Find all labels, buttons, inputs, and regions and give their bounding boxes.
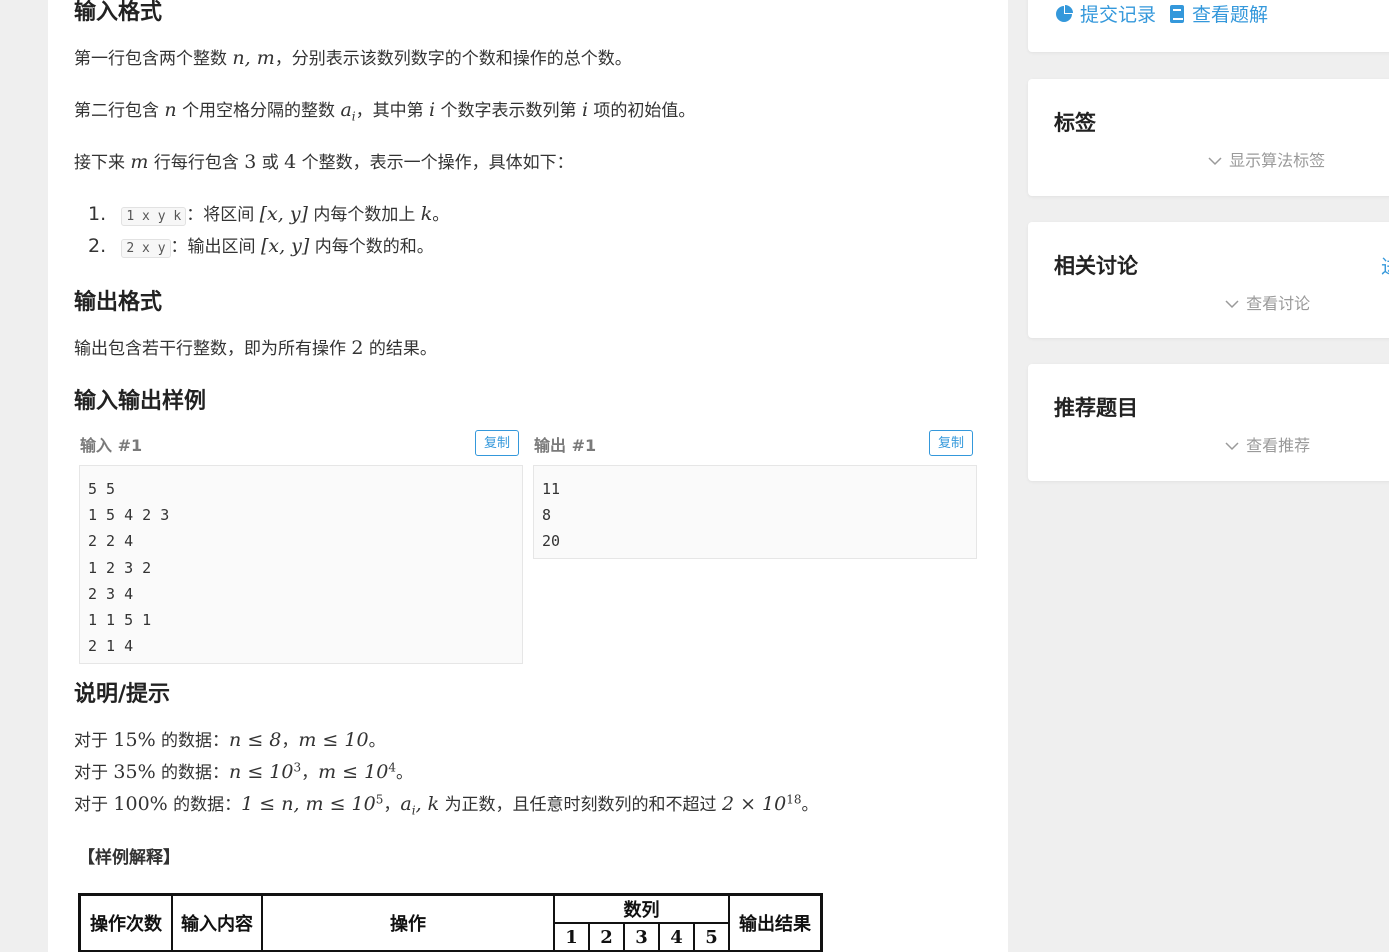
tags-card: 标签 显示算法标签 (1028, 79, 1389, 196)
output-format-heading: 输出格式 (74, 290, 163, 315)
sample-output-box: 11 8 20 (533, 465, 977, 559)
chevron-down-icon (1225, 294, 1241, 313)
copy-output-button[interactable]: 复制 (929, 430, 973, 456)
sample-output-line: 11 (542, 480, 561, 498)
explanation-table: 操作次数 输入内容 操作 数列 输出结果 1 2 3 4 5 (78, 893, 823, 952)
seq-col: 4 (658, 922, 695, 952)
view-recommend-toggle[interactable]: 查看推荐 (1225, 432, 1310, 456)
output-format-line: 输出包含若干行整数，即为所有操作 2 的结果。 (74, 337, 437, 359)
sample-input-line: 5 5 (88, 480, 116, 498)
col-sequence: 数列 (553, 893, 730, 924)
seq-col: 2 (588, 922, 625, 952)
operation-item-1: 1. 1 x y k ：将区间 [x, y] 内每个数加上 k。 (88, 203, 450, 226)
sample-output-label: 输出 #1 (534, 436, 597, 455)
sample-output-line: 20 (542, 532, 561, 551)
constraint-row-3: 对于 100% 的数据：1 ≤ n, m ≤ 105，ai, k 为正数，且任意… (74, 792, 819, 818)
constraint-row-1: 对于 15% 的数据：n ≤ 8，m ≤ 10。 (74, 729, 386, 751)
view-discussion-label: 查看讨论 (1246, 294, 1311, 313)
copy-input-button[interactable]: 复制 (475, 430, 519, 456)
seq-col: 1 (553, 922, 590, 952)
sample-input-line: 1 2 3 2 (88, 558, 152, 577)
col-operation: 操作 (261, 893, 555, 952)
submissions-link[interactable]: 提交记录 (1080, 0, 1156, 27)
input-format-line-3: 接下来 m 行每行包含 3 或 4 个整数，表示一个操作，具体如下： (74, 151, 574, 173)
chevron-down-icon (1225, 436, 1241, 455)
sample-input-line: 1 1 5 1 (88, 610, 152, 629)
sample-input-box: 5 5 1 5 4 2 3 2 2 4 1 2 3 2 2 3 4 1 1 5 … (79, 465, 523, 664)
col-input-content: 输入内容 (171, 893, 263, 952)
col-output-result: 输出结果 (728, 893, 823, 952)
pie-chart-icon (1054, 4, 1074, 24)
input-format-heading: 输入格式 (74, 0, 163, 25)
recommend-card: 推荐题目 查看推荐 (1028, 364, 1389, 481)
chevron-down-icon (1208, 151, 1224, 170)
sample-input-line: 2 2 4 (88, 532, 134, 551)
input-format-line-2: 第二行包含 n 个用空格分隔的整数 ai，其中第 i 个数字表示数列第 i 项的… (74, 99, 696, 124)
samples-heading: 输入输出样例 (74, 389, 207, 414)
view-discussion-toggle[interactable]: 查看讨论 (1225, 290, 1310, 314)
col-op-times: 操作次数 (78, 893, 173, 952)
solutions-link[interactable]: 查看题解 (1192, 0, 1268, 27)
tags-title: 标签 (1054, 111, 1096, 135)
seq-col: 5 (693, 922, 730, 952)
operation-item-2: 2. 2 x y ：输出区间 [x, y] 内每个数的和。 (88, 235, 434, 258)
discussion-title: 相关讨论 (1054, 254, 1138, 278)
show-tags-label: 显示算法标签 (1229, 151, 1326, 170)
view-recommend-label: 查看推荐 (1246, 436, 1311, 455)
discussion-card: 相关讨论 进 查看讨论 (1028, 222, 1389, 338)
constraint-row-2: 对于 35% 的数据：n ≤ 103，m ≤ 104。 (74, 760, 413, 783)
hint-heading: 说明/提示 (74, 682, 171, 707)
problem-content: 输入格式 第一行包含两个整数 n, m，分别表示该数列数字的个数和操作的总个数。… (48, 0, 1008, 952)
seq-col: 3 (623, 922, 660, 952)
sample-input-line: 2 1 4 (88, 637, 134, 656)
sample-explanation-label: 【样例解释】 (78, 848, 180, 868)
sample-input-line: 1 5 4 2 3 (88, 506, 170, 525)
enter-discussion-link[interactable]: 进 (1381, 252, 1389, 279)
input-format-line-1: 第一行包含两个整数 n, m，分别表示该数列数字的个数和操作的总个数。 (74, 47, 632, 69)
recommend-title: 推荐题目 (1054, 396, 1138, 420)
sample-input-line: 2 3 4 (88, 584, 134, 603)
sample-output-line: 8 (542, 506, 552, 525)
show-tags-toggle[interactable]: 显示算法标签 (1208, 147, 1325, 171)
book-icon (1168, 4, 1186, 24)
sample-input-label: 输入 #1 (80, 436, 143, 455)
problem-links-card: 提交记录 查看题解 (1028, 0, 1389, 52)
